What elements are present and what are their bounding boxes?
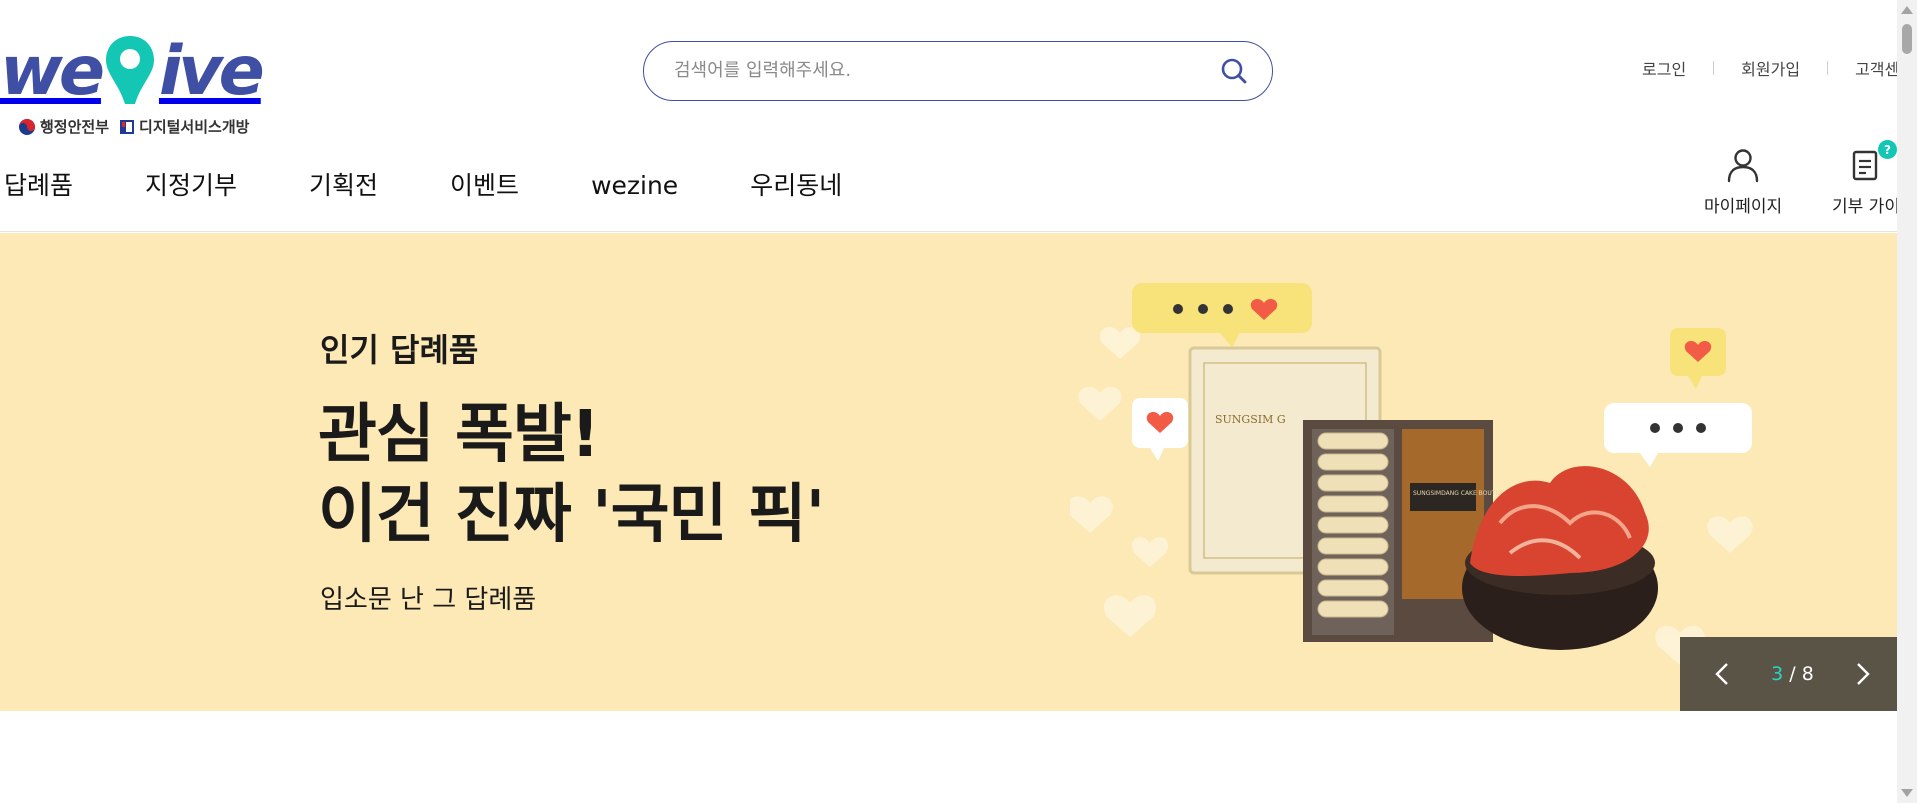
slide-current: 3	[1771, 663, 1784, 685]
login-link[interactable]: 로그인	[1642, 56, 1686, 80]
digital-service-icon	[119, 119, 135, 135]
divider	[1713, 61, 1715, 75]
hero-banner[interactable]: 인기 답례품 관심 폭발! 이건 진짜 '국민 픽' 입소문 난 그 답례품 S…	[0, 233, 1897, 711]
digital-service: 디지털서비스개방	[119, 116, 249, 137]
nav-wezine[interactable]: wezine	[591, 168, 678, 204]
slide-separator: /	[1783, 663, 1802, 685]
nav-exhibitions[interactable]: 기획전	[309, 168, 378, 204]
slide-total: 8	[1801, 663, 1814, 685]
donation-guide-button[interactable]: ? 기부 가이	[1832, 140, 1900, 217]
logo-text-right: ive	[158, 32, 265, 111]
nav-gifts[interactable]: 답례품	[4, 168, 73, 204]
help-badge: ?	[1877, 140, 1897, 159]
scrollbar-thumb[interactable]	[1902, 24, 1912, 54]
mypage-button[interactable]: 마이페이지	[1704, 146, 1782, 217]
search-icon[interactable]	[1218, 55, 1250, 87]
next-arrow-icon[interactable]	[1851, 659, 1875, 689]
nav-events[interactable]: 이벤트	[450, 168, 519, 204]
chat-bubble-left	[1132, 398, 1188, 461]
gov-partners: 행정안전부 디지털서비스개방	[18, 116, 249, 137]
logo-text-left: we	[0, 32, 105, 111]
divider	[1827, 61, 1829, 75]
nav-neighborhood[interactable]: 우리동네	[750, 168, 842, 204]
customer-center-link[interactable]: 고객센	[1855, 56, 1899, 80]
scroll-down-arrow-icon[interactable]	[1901, 789, 1913, 797]
donation-guide-label: 기부 가이	[1832, 197, 1900, 217]
banner-headline-line-2: 이건 진짜 '국민 픽'	[318, 478, 825, 552]
product-illustration: SUNGSIM G SUNGSIMDANG CAKE BOUTIQUE	[1067, 283, 1753, 665]
utility-nav: 로그인 회원가입 고객센	[1642, 56, 1899, 80]
gov-org-label: 행정안전부	[40, 118, 110, 136]
taegeuk-icon	[18, 118, 36, 136]
banner-subtitle: 입소문 난 그 답례품	[320, 585, 537, 615]
digital-service-label: 디지털서비스개방	[139, 118, 250, 136]
document-icon: ?	[1851, 140, 1897, 184]
product-box-label: SUNGSIM G	[1215, 413, 1286, 426]
site-header: we ive 행정안전부 디지털서비스개방 검색어를 입력해주세요. 로그인 회…	[0, 0, 1900, 232]
banner-eyebrow: 인기 답례품	[320, 331, 479, 369]
search-input[interactable]	[674, 42, 1194, 99]
search-bar	[643, 41, 1273, 101]
banner-slider-controls: 3 / 8	[1680, 637, 1897, 711]
site-logo[interactable]: we ive	[0, 32, 265, 111]
gov-org: 행정안전부	[18, 116, 109, 137]
chat-bubble-right	[1604, 403, 1752, 467]
chat-bubble-right-heart	[1670, 328, 1726, 389]
banner-headline: 관심 폭발! 이건 진짜 '국민 픽'	[318, 395, 825, 555]
page-scrollbar[interactable]	[1897, 0, 1917, 803]
banner-product-image: SUNGSIM G SUNGSIMDANG CAKE BOUTIQUE	[1067, 273, 1790, 693]
banner-headline-line-1: 관심 폭발!	[318, 398, 600, 472]
product-card-label: SUNGSIMDANG CAKE BOUTIQUE	[1413, 490, 1510, 497]
signup-link[interactable]: 회원가입	[1741, 56, 1800, 80]
logo-pin-icon	[103, 34, 157, 106]
nav-designated-donation[interactable]: 지정기부	[145, 168, 237, 204]
scroll-up-arrow-icon[interactable]	[1901, 6, 1913, 14]
main-nav: 답례품 지정기부 기획전 이벤트 wezine 우리동네	[0, 168, 914, 204]
slide-counter: 3 / 8	[1771, 663, 1814, 685]
prev-arrow-icon[interactable]	[1710, 659, 1734, 689]
user-icon	[1726, 146, 1760, 184]
mypage-label: 마이페이지	[1704, 197, 1783, 217]
chat-bubble-top	[1132, 283, 1312, 347]
